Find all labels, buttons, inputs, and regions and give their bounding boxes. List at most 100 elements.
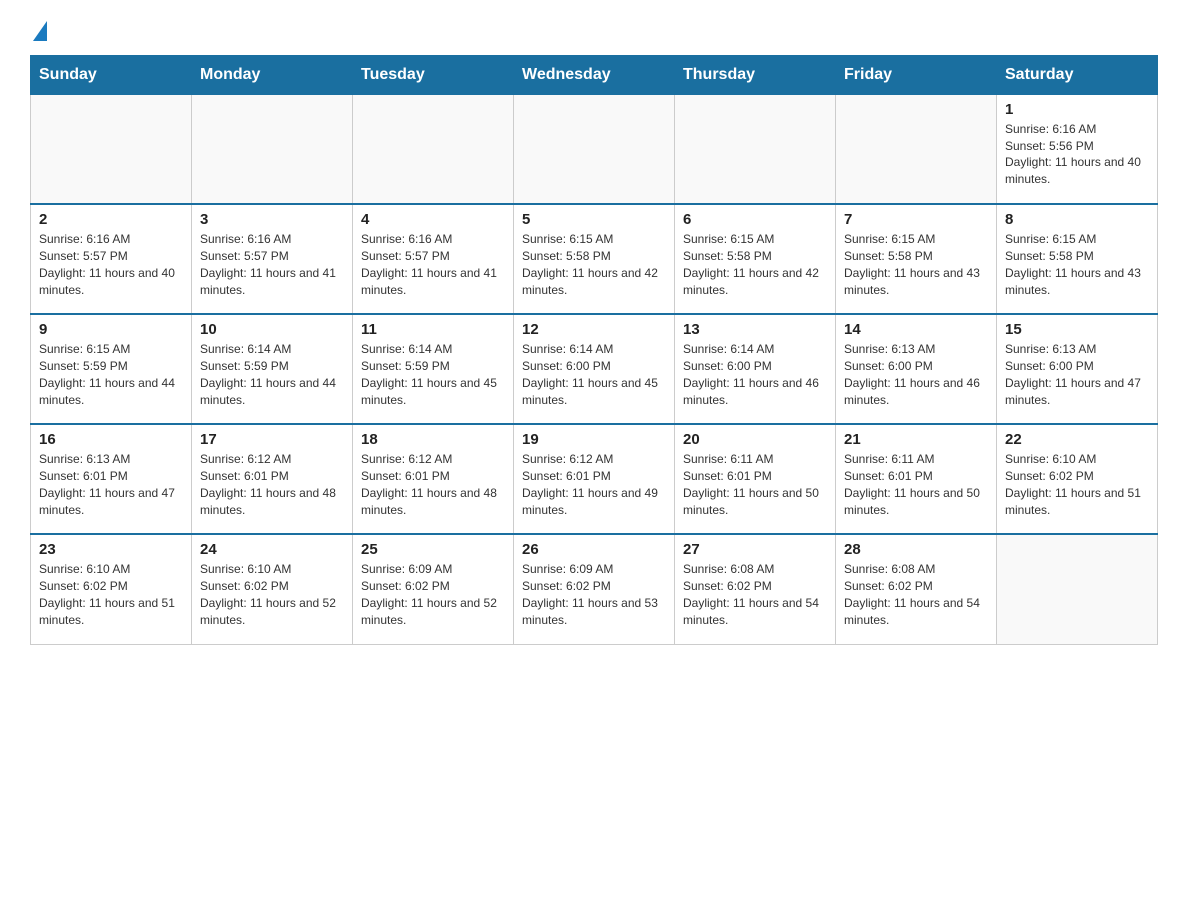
calendar-week-3: 9 Sunrise: 6:15 AMSunset: 5:59 PMDaylight… bbox=[31, 314, 1158, 424]
day-info: Sunrise: 6:16 AMSunset: 5:57 PMDaylight:… bbox=[39, 231, 183, 298]
calendar-cell bbox=[514, 94, 675, 204]
day-info: Sunrise: 6:11 AMSunset: 6:01 PMDaylight:… bbox=[844, 451, 988, 518]
calendar-cell bbox=[997, 534, 1158, 644]
day-number: 11 bbox=[361, 321, 505, 338]
header-thursday: Thursday bbox=[675, 55, 836, 94]
day-info: Sunrise: 6:16 AMSunset: 5:57 PMDaylight:… bbox=[200, 231, 344, 298]
calendar-cell: 26 Sunrise: 6:09 AMSunset: 6:02 PMDayligh… bbox=[514, 534, 675, 644]
calendar-week-4: 16 Sunrise: 6:13 AMSunset: 6:01 PMDayligh… bbox=[31, 424, 1158, 534]
day-number: 2 bbox=[39, 211, 183, 228]
calendar-week-2: 2 Sunrise: 6:16 AMSunset: 5:57 PMDaylight… bbox=[31, 204, 1158, 314]
header-wednesday: Wednesday bbox=[514, 55, 675, 94]
calendar-cell: 18 Sunrise: 6:12 AMSunset: 6:01 PMDayligh… bbox=[353, 424, 514, 534]
day-info: Sunrise: 6:13 AMSunset: 6:01 PMDaylight:… bbox=[39, 451, 183, 518]
header-sunday: Sunday bbox=[31, 55, 192, 94]
calendar-cell: 19 Sunrise: 6:12 AMSunset: 6:01 PMDayligh… bbox=[514, 424, 675, 534]
day-number: 25 bbox=[361, 541, 505, 558]
day-info: Sunrise: 6:08 AMSunset: 6:02 PMDaylight:… bbox=[683, 561, 827, 628]
day-number: 24 bbox=[200, 541, 344, 558]
day-info: Sunrise: 6:11 AMSunset: 6:01 PMDaylight:… bbox=[683, 451, 827, 518]
day-number: 1 bbox=[1005, 101, 1149, 118]
page-header bbox=[30, 20, 1158, 45]
calendar-cell: 23Sunrise: 6:10 AMSunset: 6:02 PMDayligh… bbox=[31, 534, 192, 644]
calendar-cell: 7 Sunrise: 6:15 AMSunset: 5:58 PMDaylight… bbox=[836, 204, 997, 314]
day-number: 14 bbox=[844, 321, 988, 338]
header-monday: Monday bbox=[192, 55, 353, 94]
calendar-cell: 14 Sunrise: 6:13 AMSunset: 6:00 PMDayligh… bbox=[836, 314, 997, 424]
day-number: 26 bbox=[522, 541, 666, 558]
day-info: Sunrise: 6:15 AMSunset: 5:58 PMDaylight:… bbox=[683, 231, 827, 298]
calendar-cell bbox=[836, 94, 997, 204]
day-number: 18 bbox=[361, 431, 505, 448]
day-number: 6 bbox=[683, 211, 827, 228]
calendar-week-1: 1 Sunrise: 6:16 AMSunset: 5:56 PMDaylight… bbox=[31, 94, 1158, 204]
calendar-cell: 22Sunrise: 6:10 AMSunset: 6:02 PMDayligh… bbox=[997, 424, 1158, 534]
calendar-cell: 6 Sunrise: 6:15 AMSunset: 5:58 PMDaylight… bbox=[675, 204, 836, 314]
day-info: Sunrise: 6:16 AMSunset: 5:57 PMDaylight:… bbox=[361, 231, 505, 298]
calendar-cell: 12 Sunrise: 6:14 AMSunset: 6:00 PMDayligh… bbox=[514, 314, 675, 424]
day-number: 7 bbox=[844, 211, 988, 228]
calendar-cell: 25 Sunrise: 6:09 AMSunset: 6:02 PMDayligh… bbox=[353, 534, 514, 644]
calendar-cell bbox=[31, 94, 192, 204]
day-info: Sunrise: 6:15 AMSunset: 5:59 PMDaylight:… bbox=[39, 341, 183, 408]
logo bbox=[30, 20, 47, 45]
day-info: Sunrise: 6:15 AMSunset: 5:58 PMDaylight:… bbox=[844, 231, 988, 298]
day-info: Sunrise: 6:09 AMSunset: 6:02 PMDaylight:… bbox=[522, 561, 666, 628]
calendar-cell: 8 Sunrise: 6:15 AMSunset: 5:58 PMDaylight… bbox=[997, 204, 1158, 314]
day-info: Sunrise: 6:14 AMSunset: 5:59 PMDaylight:… bbox=[361, 341, 505, 408]
day-number: 28 bbox=[844, 541, 988, 558]
day-number: 9 bbox=[39, 321, 183, 338]
day-number: 20 bbox=[683, 431, 827, 448]
day-info: Sunrise: 6:09 AMSunset: 6:02 PMDaylight:… bbox=[361, 561, 505, 628]
calendar-cell bbox=[353, 94, 514, 204]
day-info: Sunrise: 6:12 AMSunset: 6:01 PMDaylight:… bbox=[522, 451, 666, 518]
day-info: Sunrise: 6:16 AMSunset: 5:56 PMDaylight:… bbox=[1005, 121, 1149, 188]
calendar-cell: 16 Sunrise: 6:13 AMSunset: 6:01 PMDayligh… bbox=[31, 424, 192, 534]
day-number: 15 bbox=[1005, 321, 1149, 338]
day-number: 19 bbox=[522, 431, 666, 448]
calendar-cell: 21 Sunrise: 6:11 AMSunset: 6:01 PMDayligh… bbox=[836, 424, 997, 534]
calendar-cell: 20 Sunrise: 6:11 AMSunset: 6:01 PMDayligh… bbox=[675, 424, 836, 534]
calendar-cell bbox=[192, 94, 353, 204]
day-info: Sunrise: 6:14 AMSunset: 6:00 PMDaylight:… bbox=[522, 341, 666, 408]
calendar-cell: 3 Sunrise: 6:16 AMSunset: 5:57 PMDaylight… bbox=[192, 204, 353, 314]
calendar-header-row: SundayMondayTuesdayWednesdayThursdayFrid… bbox=[31, 55, 1158, 94]
calendar-cell: 27 Sunrise: 6:08 AMSunset: 6:02 PMDayligh… bbox=[675, 534, 836, 644]
day-number: 16 bbox=[39, 431, 183, 448]
calendar-cell: 9 Sunrise: 6:15 AMSunset: 5:59 PMDaylight… bbox=[31, 314, 192, 424]
header-friday: Friday bbox=[836, 55, 997, 94]
day-info: Sunrise: 6:12 AMSunset: 6:01 PMDaylight:… bbox=[200, 451, 344, 518]
calendar-cell: 28 Sunrise: 6:08 AMSunset: 6:02 PMDayligh… bbox=[836, 534, 997, 644]
day-number: 23 bbox=[39, 541, 183, 558]
day-info: Sunrise: 6:13 AMSunset: 6:00 PMDaylight:… bbox=[844, 341, 988, 408]
calendar-week-5: 23 Sunrise: 6:10 AMSunset: 6:02 PMDayligh… bbox=[31, 534, 1158, 644]
calendar-cell: 10 Sunrise: 6:14 AMSunset: 5:59 PMDayligh… bbox=[192, 314, 353, 424]
day-info: Sunrise: 6:15 AMSunset: 5:58 PMDaylight:… bbox=[522, 231, 666, 298]
calendar-cell: 1 Sunrise: 6:16 AMSunset: 5:56 PMDaylight… bbox=[997, 94, 1158, 204]
day-number: 27 bbox=[683, 541, 827, 558]
day-info: Sunrise: 6:12 AMSunset: 6:01 PMDaylight:… bbox=[361, 451, 505, 518]
day-number: 21 bbox=[844, 431, 988, 448]
logo-triangle-icon bbox=[33, 21, 47, 41]
calendar-cell bbox=[675, 94, 836, 204]
day-number: 12 bbox=[522, 321, 666, 338]
day-number: 10 bbox=[200, 321, 344, 338]
calendar-table: SundayMondayTuesdayWednesdayThursdayFrid… bbox=[30, 55, 1158, 645]
day-info: Sunrise: 6:14 AMSunset: 6:00 PMDaylight:… bbox=[683, 341, 827, 408]
day-info: Sunrise: 6:08 AMSunset: 6:02 PMDaylight:… bbox=[844, 561, 988, 628]
day-info: Sunrise: 6:10 AMSunset: 6:02 PMDaylight:… bbox=[200, 561, 344, 628]
calendar-cell: 17Sunrise: 6:12 AMSunset: 6:01 PMDayligh… bbox=[192, 424, 353, 534]
header-saturday: Saturday bbox=[997, 55, 1158, 94]
day-info: Sunrise: 6:14 AMSunset: 5:59 PMDaylight:… bbox=[200, 341, 344, 408]
calendar-cell: 15 Sunrise: 6:13 AMSunset: 6:00 PMDayligh… bbox=[997, 314, 1158, 424]
day-info: Sunrise: 6:13 AMSunset: 6:00 PMDaylight:… bbox=[1005, 341, 1149, 408]
calendar-cell: 13 Sunrise: 6:14 AMSunset: 6:00 PMDayligh… bbox=[675, 314, 836, 424]
day-info: Sunrise: 6:15 AMSunset: 5:58 PMDaylight:… bbox=[1005, 231, 1149, 298]
day-number: 22 bbox=[1005, 431, 1149, 448]
calendar-cell: 24 Sunrise: 6:10 AMSunset: 6:02 PMDayligh… bbox=[192, 534, 353, 644]
day-number: 3 bbox=[200, 211, 344, 228]
calendar-cell: 5Sunrise: 6:15 AMSunset: 5:58 PMDaylight… bbox=[514, 204, 675, 314]
header-tuesday: Tuesday bbox=[353, 55, 514, 94]
day-number: 13 bbox=[683, 321, 827, 338]
day-number: 8 bbox=[1005, 211, 1149, 228]
